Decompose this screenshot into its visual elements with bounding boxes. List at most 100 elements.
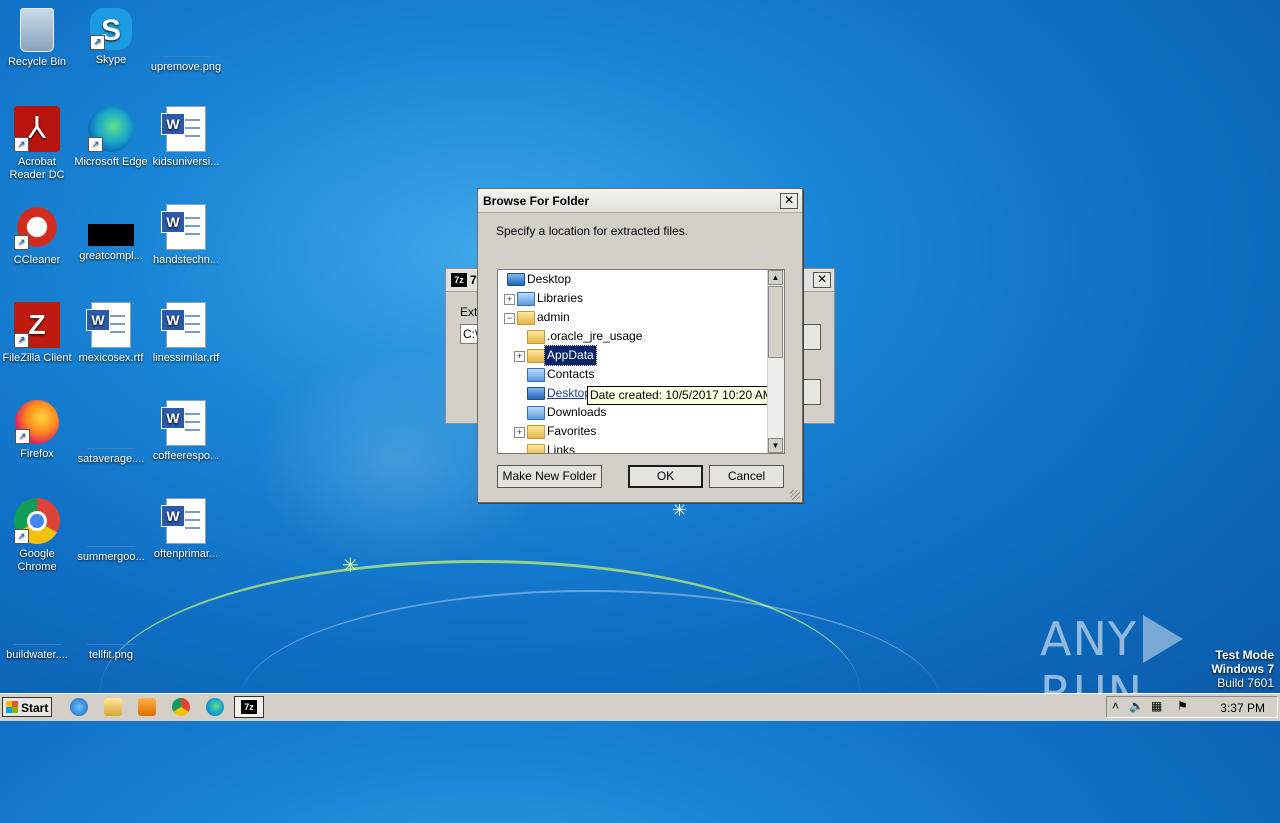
- desktop-icon-label: greatcompl...: [79, 250, 143, 262]
- downloads-folder-icon: [527, 406, 545, 420]
- 7zip-app-icon: 7z: [451, 273, 467, 287]
- scroll-up-arrow-icon[interactable]: ▲: [768, 270, 783, 285]
- start-button[interactable]: Start: [2, 697, 52, 717]
- internet-explorer-icon[interactable]: [70, 698, 88, 716]
- start-label: Start: [21, 701, 49, 715]
- tooltip-date-created: Date created: 10/5/2017 10:20 AM: [587, 386, 776, 405]
- word-document-icon: W: [86, 302, 131, 348]
- dialog-title: Browse For Folder: [483, 194, 590, 208]
- desktop-icon-edge[interactable]: ↗ Microsoft Edge: [74, 106, 148, 169]
- image-file-icon: [13, 630, 61, 645]
- desktop-icon-recycle-bin[interactable]: Recycle Bin: [0, 8, 74, 69]
- desktop-icon-label: Skype: [95, 54, 127, 66]
- favorites-folder-icon: [527, 425, 545, 439]
- desktop-icon-firefox[interactable]: ↗ Firefox: [0, 400, 74, 461]
- extract-window-close-button[interactable]: ✕: [813, 272, 831, 288]
- shortcut-arrow-icon: ↗: [14, 235, 29, 250]
- desktop-icon-filezilla[interactable]: Z ↗ FileZilla Client: [0, 302, 74, 365]
- tree-item-label-selected: AppData: [544, 345, 597, 366]
- scrollbar-thumb[interactable]: [768, 286, 783, 358]
- desktop-icon-greatcompl[interactable]: greatcompl...: [74, 204, 148, 263]
- tree-scrollbar[interactable]: ▲ ▼: [767, 270, 784, 453]
- desktop-icon-label: tellfit.png: [88, 649, 134, 661]
- desktop-icon-label: oftenprimar...: [153, 548, 219, 560]
- media-player-icon[interactable]: [138, 698, 156, 716]
- desktop-icon-label: Firefox: [20, 448, 54, 460]
- taskbar-clock[interactable]: 3:37 PM: [1220, 701, 1265, 715]
- desktop-icon-summergoo[interactable]: summergoo...: [74, 498, 148, 564]
- play-logo-icon: [1142, 615, 1183, 663]
- cancel-button[interactable]: Cancel: [709, 465, 784, 488]
- collapse-minus-icon[interactable]: −: [504, 313, 515, 324]
- image-file-icon: [87, 532, 135, 547]
- desktop-icon-tellfit[interactable]: tellfit.png: [74, 596, 148, 662]
- windows-version-line: Windows 7: [1211, 662, 1274, 676]
- expand-plus-icon[interactable]: +: [514, 351, 525, 362]
- network-icon[interactable]: ▦: [1151, 699, 1162, 713]
- desktop-icon-acrobat[interactable]: ⅄ ↗ Acrobat Reader DC: [0, 106, 74, 182]
- tree-item-label: Links: [547, 443, 576, 454]
- desktop-folder-icon: [527, 387, 545, 400]
- file-explorer-icon[interactable]: [104, 698, 122, 716]
- shortcut-arrow-icon: ↗: [15, 429, 30, 444]
- dialog-instruction: Specify a location for extracted files.: [496, 224, 689, 238]
- desktop-icon-label: Google Chrome: [17, 548, 57, 573]
- edge-icon: ↗: [88, 106, 134, 152]
- image-thumbnail-icon: [88, 224, 134, 246]
- test-mode-line: Test Mode: [1215, 648, 1274, 662]
- shortcut-arrow-icon: ↗: [88, 137, 103, 152]
- word-document-icon: W: [161, 400, 206, 446]
- ccleaner-icon: ↗: [14, 204, 60, 250]
- tree-item-label: Desktop: [547, 386, 592, 400]
- filezilla-icon: Z ↗: [14, 302, 60, 348]
- ok-button[interactable]: OK: [628, 465, 703, 488]
- word-document-icon: W: [161, 106, 206, 152]
- expand-plus-icon[interactable]: +: [504, 294, 515, 305]
- show-hidden-icons-icon[interactable]: ˄: [1112, 699, 1119, 713]
- desktop-icon-label: sataverage....: [77, 453, 145, 465]
- chrome-taskbar-icon[interactable]: [172, 698, 190, 716]
- desktop-icon-label: handstechn...: [152, 254, 220, 266]
- folder-tree[interactable]: Desktop + Libraries − admin .oracle_jre_…: [497, 269, 785, 454]
- desktop-icon-buildwater[interactable]: buildwater....: [0, 596, 74, 662]
- make-new-folder-button[interactable]: Make New Folder: [497, 465, 602, 488]
- desktop-icon-handstechn[interactable]: W handstechn...: [149, 204, 223, 267]
- acrobat-icon: ⅄ ↗: [14, 106, 60, 152]
- 7zip-taskbar-button[interactable]: 7z: [234, 696, 264, 718]
- tree-item-label: Favorites: [547, 424, 597, 438]
- edge-taskbar-icon[interactable]: [206, 698, 224, 716]
- desktop-icon-sataverage[interactable]: sataverage....: [74, 400, 148, 466]
- desktop-icon-coffeerespo[interactable]: W coffeerespo...: [149, 400, 223, 463]
- libraries-icon: [517, 292, 535, 306]
- desktop-icon-label: CCleaner: [13, 254, 61, 266]
- desktop-icon-ccleaner[interactable]: ↗ CCleaner: [0, 204, 74, 267]
- skype-icon: S ↗: [90, 8, 132, 50]
- expand-plus-icon[interactable]: +: [514, 427, 525, 438]
- desktop-icon-linessimilar[interactable]: W linessimilar.rtf: [149, 302, 223, 365]
- dialog-close-button[interactable]: ✕: [780, 193, 798, 209]
- user-folder-icon: [517, 311, 535, 325]
- desktop-icon-upremove[interactable]: upremove.png: [149, 8, 223, 74]
- desktop-icon-mexicosex[interactable]: W mexicosex.rtf: [74, 302, 148, 365]
- taskbar: Start 7z ˄ 🔈 ▦ ⚑ 3:37 PM: [0, 693, 1280, 721]
- desktop-icon-chrome[interactable]: ↗ Google Chrome: [0, 498, 74, 574]
- scroll-down-arrow-icon[interactable]: ▼: [768, 438, 783, 453]
- desktop-icon-oftenprimar[interactable]: W oftenprimar...: [149, 498, 223, 561]
- resize-grip-icon[interactable]: [790, 490, 800, 500]
- dialog-titlebar[interactable]: Browse For Folder ✕: [478, 189, 802, 213]
- shortcut-arrow-icon: ↗: [14, 333, 29, 348]
- desktop-icon-label: linessimilar.rtf: [152, 352, 220, 364]
- tree-item-label: .oracle_jre_usage: [547, 329, 643, 343]
- desktop-icon-skype[interactable]: S ↗ Skype: [74, 8, 148, 67]
- watermark-text-left: ANY: [1040, 612, 1137, 666]
- volume-icon[interactable]: 🔈: [1129, 699, 1144, 713]
- contacts-folder-icon: [527, 368, 545, 382]
- desktop-icon-label: coffeerespo...: [152, 450, 220, 462]
- word-document-icon: W: [161, 204, 206, 250]
- test-mode-notice: Test Mode Windows 7 Build 7601: [1211, 648, 1274, 690]
- desktop-icon-kidsuniversi[interactable]: W kidsuniversi...: [149, 106, 223, 169]
- firefox-icon: ↗: [15, 400, 59, 444]
- desktop-folder-icon: [507, 273, 525, 286]
- action-center-flag-icon[interactable]: ⚑: [1177, 699, 1188, 713]
- image-file-icon: [87, 434, 135, 449]
